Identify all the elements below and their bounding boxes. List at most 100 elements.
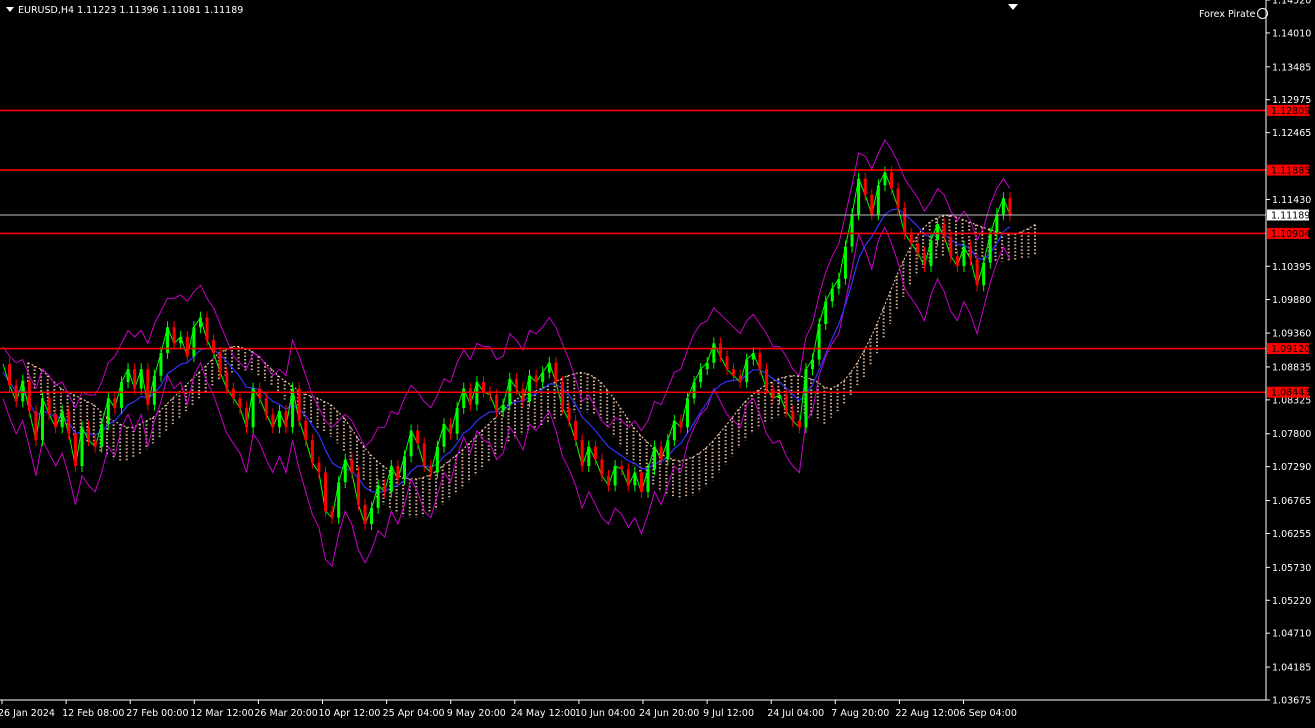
candle-body: [949, 236, 953, 257]
candle-body: [857, 178, 861, 215]
candle-body: [587, 446, 591, 467]
candle-body: [475, 382, 479, 405]
candle-body: [824, 301, 828, 325]
candle-body: [350, 459, 354, 473]
candle-body: [811, 359, 815, 370]
y-tick-label: 1.07800: [1272, 429, 1311, 440]
candle-body: [982, 262, 986, 286]
candle-body: [903, 207, 907, 234]
level-tag-label: 1.09120: [1271, 344, 1310, 355]
candle-body: [8, 364, 12, 386]
candle-body: [277, 411, 281, 428]
chart-shift-marker-icon[interactable]: [1008, 4, 1018, 10]
candle-body: [198, 317, 202, 328]
y-tick-label: 1.09360: [1272, 329, 1311, 340]
candle-body: [771, 388, 775, 399]
candle-body: [600, 459, 604, 476]
x-tick-label: 10 Jun 04:00: [575, 708, 635, 719]
candle-body: [1001, 198, 1005, 215]
candle-body: [817, 324, 821, 360]
y-tick-label: 1.14010: [1272, 28, 1311, 39]
smiley-icon: [1257, 8, 1269, 19]
x-axis[interactable]: 26 Jan 2024 12 Feb 08:00 27 Feb 00:00 12 Ma…: [0, 700, 1017, 719]
candle-body: [258, 388, 262, 399]
candle-body: [14, 385, 18, 402]
candle-body: [264, 398, 268, 415]
y-tick-label: 1.05730: [1272, 563, 1311, 574]
ohlc-quote: 1.11223 1.11396 1.11081 1.11189: [77, 5, 244, 16]
candle-body: [54, 414, 58, 428]
candle-body: [514, 378, 518, 389]
dropdown-triangle-icon[interactable]: [6, 7, 14, 12]
price-chart[interactable]: 1.14520 1.14010 1.13485 1.12975 1.12465 1.114…: [0, 0, 1315, 728]
candle-body: [133, 369, 137, 389]
candle-body: [699, 369, 703, 383]
candle-body: [955, 256, 959, 266]
brand-text: Forex Pirate: [1199, 9, 1256, 20]
candle-body: [916, 243, 920, 254]
candle-body: [60, 411, 64, 428]
candle-body: [639, 472, 643, 492]
candle-body: [758, 353, 762, 370]
candle-body: [159, 353, 163, 376]
candle-body: [547, 362, 551, 373]
candle-body: [528, 375, 532, 402]
current-price-label: 1.11189: [1271, 211, 1310, 222]
candle-body: [607, 475, 611, 486]
candle-body: [837, 278, 841, 289]
candle-body: [245, 407, 249, 428]
candle-body: [402, 456, 406, 479]
symbol-header[interactable]: EURUSD,H4 1.11223 1.11396 1.11081 1.1118…: [6, 5, 243, 16]
candle-body: [567, 407, 571, 421]
price-tags: 1.12809 1.11885 1.10904 1.09120 1.08443 1.111…: [1267, 104, 1310, 399]
candle-body: [40, 398, 44, 441]
y-tick-label: 1.04710: [1272, 629, 1311, 640]
candle-body: [481, 382, 485, 392]
candle-body: [738, 375, 742, 383]
candle-body: [119, 382, 123, 408]
brand-label: Forex Pirate: [1199, 8, 1269, 20]
candle-body: [936, 223, 940, 241]
candle-body: [870, 194, 874, 215]
y-tick-label: 1.14520: [1272, 0, 1311, 7]
candle-body: [238, 398, 242, 408]
x-tick-label: 24 May 12:00: [511, 708, 576, 719]
y-tick-label: 1.12465: [1272, 128, 1311, 139]
candle-body: [995, 214, 999, 234]
y-tick-label: 1.03675: [1272, 696, 1311, 707]
x-tick-label: 6 Sep 04:00: [960, 708, 1017, 719]
candle-body: [797, 420, 801, 428]
x-tick-label: 12 Feb 08:00: [62, 708, 124, 719]
candle-body: [890, 172, 894, 189]
x-tick-label: 22 Aug 12:00: [895, 708, 959, 719]
candle-body: [27, 380, 31, 412]
candle-body: [969, 246, 973, 260]
candle-body: [416, 430, 420, 444]
x-tick-label: 26 Jan 2024: [0, 708, 55, 719]
candle-body: [659, 446, 663, 460]
candle-body: [613, 466, 617, 486]
x-tick-label: 9 Jul 12:00: [703, 708, 754, 719]
candle-body: [363, 504, 367, 525]
y-tick-label: 1.06765: [1272, 496, 1311, 507]
candle-body: [922, 253, 926, 266]
candle-body: [87, 427, 91, 441]
candle-body: [725, 356, 729, 370]
candle-body: [876, 185, 880, 215]
candle-body: [34, 411, 38, 441]
candle-body: [975, 259, 979, 286]
candle-body: [863, 178, 867, 195]
candle-body: [672, 420, 676, 441]
candle-body: [231, 388, 235, 399]
candle-body: [751, 353, 755, 360]
candle-body: [100, 424, 104, 447]
candle-body: [468, 388, 472, 405]
plot-area[interactable]: [0, 0, 1266, 700]
candle-body: [560, 382, 564, 408]
candle-body: [113, 398, 117, 408]
x-tick-label: 9 May 20:00: [447, 708, 506, 719]
candle-body: [666, 440, 670, 460]
candle-body: [745, 359, 749, 383]
candle-body: [409, 430, 413, 457]
candle-body: [705, 362, 709, 370]
